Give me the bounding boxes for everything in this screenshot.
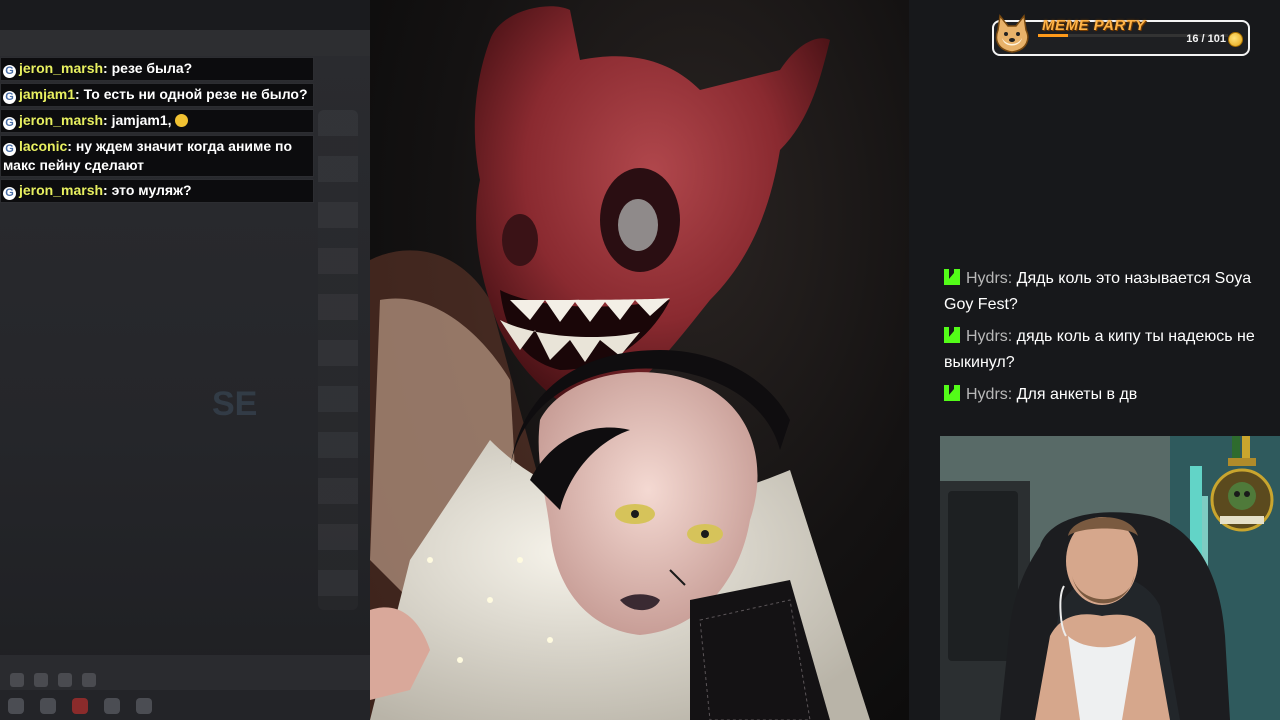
platform-badge-icon: G: [3, 65, 16, 78]
chat-username: laconic: [19, 138, 68, 154]
blurred-taskbar: [0, 690, 370, 720]
taskbar-app-icon: [136, 698, 152, 714]
chat-message: Hydrs: Дядь коль это называется Soya Goy…: [944, 269, 1252, 313]
chat-username: jamjam1: [19, 86, 76, 102]
kick-icon: [944, 385, 960, 401]
shared-photo: [370, 0, 909, 720]
chat-message: Glaconic: ну ждем значит когда аниме по …: [0, 135, 314, 177]
previous-icon: [34, 673, 48, 687]
meme-party-count: 16 / 101: [1186, 33, 1226, 45]
medal-badge-icon: [1210, 436, 1274, 532]
chat-text: jamjam1,: [111, 112, 176, 128]
chat-message: Hydrs: дядь коль а кипу ты надеюсь не вы…: [944, 327, 1255, 371]
start-icon: [8, 698, 24, 714]
chat-text: То есть ни одной резе не было?: [83, 86, 308, 102]
meme-party-title: MEME PARTY: [1042, 17, 1146, 34]
kick-icon: [944, 269, 960, 285]
hugging-face-emoji-icon: [175, 114, 189, 127]
platform-badge-icon: G: [3, 91, 16, 104]
taskbar-app-icon: [104, 698, 120, 714]
meme-party-widget: MEME PARTY 16 / 101: [992, 14, 1250, 56]
coin-icon: [1228, 32, 1243, 47]
left-chat-overlay: Gjeron_marsh: резе была? Gjamjam1: То ес…: [0, 57, 314, 205]
blurred-sidebar-list: [318, 110, 358, 610]
chat-text: это муляж?: [111, 182, 192, 198]
next-icon: [58, 673, 72, 687]
right-chat-overlay: Hydrs: Дядь коль это называется Soya Goy…: [944, 266, 1264, 414]
chat-username: Hydrs: [966, 386, 1008, 403]
horror-costume-photo: [370, 6, 870, 720]
chat-username: jeron_marsh: [19, 182, 104, 198]
chat-message: Gjeron_marsh: jamjam1,: [0, 109, 314, 133]
blurred-heading-left: SE: [212, 385, 258, 423]
kick-icon: [944, 327, 960, 343]
chat-message: Hydrs: Для анкеты в дв: [944, 382, 1264, 408]
chat-text: резе была?: [111, 60, 193, 76]
chat-message: Gjamjam1: То есть ни одной резе не было?: [0, 83, 314, 107]
play-icon: [10, 673, 24, 687]
chat-text: Для анкеты в дв: [1016, 386, 1138, 403]
chat-username: jeron_marsh: [19, 60, 104, 76]
platform-badge-icon: G: [3, 187, 16, 200]
volume-icon: [82, 673, 96, 687]
chat-username: Hydrs: [966, 270, 1008, 287]
taskbar-app-icon: [72, 698, 88, 714]
taskbar-app-icon: [40, 698, 56, 714]
platform-badge-icon: G: [3, 143, 16, 156]
meme-party-progress-fill: [1038, 34, 1069, 37]
doge-icon: [995, 14, 1029, 53]
chat-username: Hydrs: [966, 328, 1008, 345]
chat-message: Gjeron_marsh: резе была?: [0, 57, 314, 81]
platform-badge-icon: G: [3, 117, 16, 130]
chat-message: Gjeron_marsh: это муляж?: [0, 179, 314, 203]
chat-username: jeron_marsh: [19, 112, 104, 128]
